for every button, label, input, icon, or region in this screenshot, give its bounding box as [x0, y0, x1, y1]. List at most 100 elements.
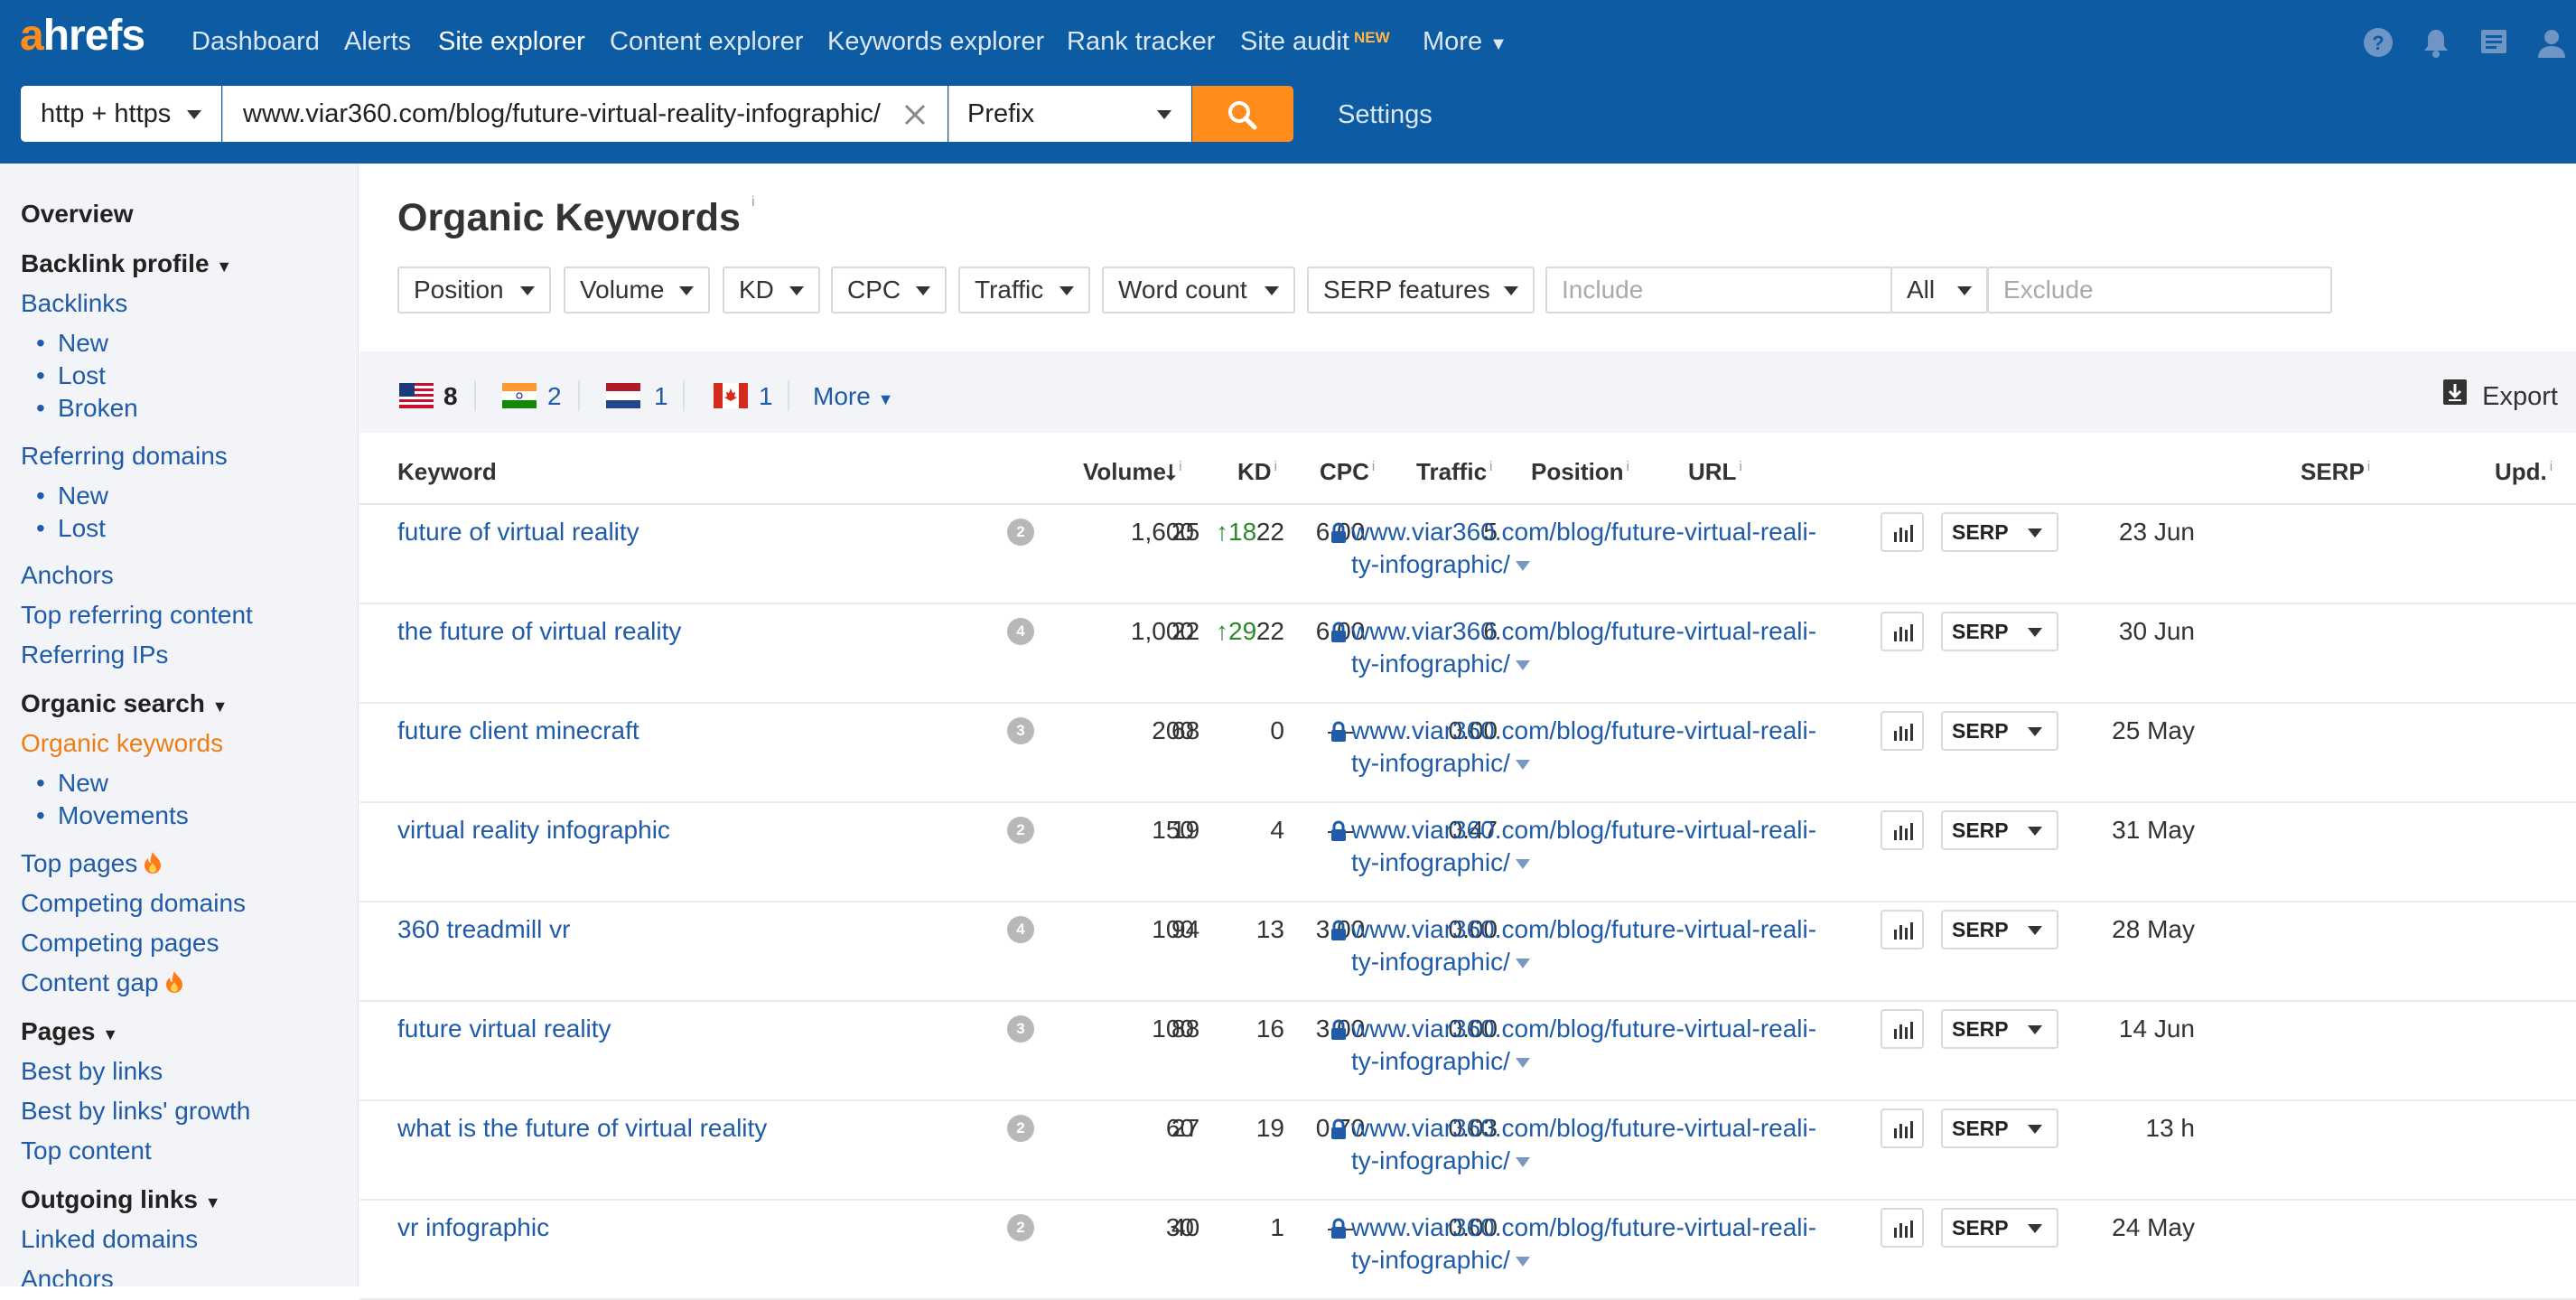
nav-site-audit[interactable]: Site audit: [1240, 27, 1349, 57]
sidebar-item-organic-keywords[interactable]: Organic keywords: [21, 729, 223, 758]
column-header-url[interactable]: URL i: [1688, 458, 1742, 486]
sidebar-item-top-content[interactable]: Top content: [21, 1136, 152, 1165]
keyword-link[interactable]: what is the future of virtual reality: [397, 1114, 767, 1143]
export-icon[interactable]: [2442, 379, 2468, 406]
keyword-link[interactable]: future of virtual reality: [397, 518, 639, 547]
chart-button[interactable]: [1881, 512, 1924, 552]
url-link[interactable]: www.viar360.com/blog/future-virtual-real…: [1351, 715, 1857, 780]
filter-position[interactable]: Position: [397, 267, 551, 313]
nav-site-explorer[interactable]: Site explorer: [438, 27, 585, 57]
url-link[interactable]: www.viar360.com/blog/future-virtual-real…: [1351, 1211, 1857, 1277]
us-flag-icon[interactable]: [399, 383, 434, 408]
include-input[interactable]: Include: [1545, 267, 1892, 313]
sidebar-section-backlink-profile[interactable]: Backlink profile ▼: [21, 249, 232, 278]
column-header-updated[interactable]: Upd. i: [2495, 458, 2553, 486]
url-link[interactable]: www.viar360.com/blog/future-virtual-real…: [1351, 913, 1857, 978]
column-header-volume[interactable]: Volume⭣ i: [1083, 458, 1182, 486]
sidebar-item-backlinks-lost[interactable]: Lost: [36, 361, 106, 390]
filter-serp-features[interactable]: SERP features: [1307, 267, 1535, 313]
sidebar-item-overview[interactable]: Overview: [21, 200, 134, 229]
sidebar-section-outgoing-links[interactable]: Outgoing links ▼: [21, 1185, 221, 1214]
serp-button[interactable]: SERP: [1941, 1208, 2058, 1248]
settings-link[interactable]: Settings: [1338, 100, 1433, 130]
url-link[interactable]: www.viar360.com/blog/future-virtual-real…: [1351, 516, 1857, 581]
caret-down-icon[interactable]: [1515, 561, 1530, 571]
nav-keywords-explorer[interactable]: Keywords explorer: [827, 27, 1044, 57]
url-link[interactable]: www.viar360.com/blog/future-virtual-real…: [1351, 1013, 1857, 1078]
chart-button[interactable]: [1881, 910, 1924, 949]
sidebar-section-organic-search[interactable]: Organic search ▼: [21, 689, 228, 718]
sidebar-item-anchors[interactable]: Anchors: [21, 561, 114, 590]
serp-button[interactable]: SERP: [1941, 910, 2058, 949]
sidebar-item-backlinks-broken[interactable]: Broken: [36, 394, 138, 423]
sidebar-item-linked-domains[interactable]: Linked domains: [21, 1225, 198, 1254]
sidebar-item-referring-ips[interactable]: Referring IPs: [21, 641, 168, 669]
sidebar-item-ok-movements[interactable]: Movements: [36, 801, 189, 830]
serp-button[interactable]: SERP: [1941, 1108, 2058, 1148]
search-button[interactable]: [1192, 86, 1293, 142]
sidebar-item-backlinks-new[interactable]: New: [36, 329, 108, 358]
serp-button[interactable]: SERP: [1941, 512, 2058, 552]
filter-volume[interactable]: Volume: [564, 267, 710, 313]
sidebar-item-backlinks[interactable]: Backlinks: [21, 289, 127, 318]
ca-flag-icon[interactable]: [714, 383, 748, 408]
export-button[interactable]: Export: [2482, 382, 2558, 412]
keyword-link[interactable]: future client minecraft: [397, 716, 639, 745]
caret-down-icon[interactable]: [1515, 760, 1530, 770]
nav-more[interactable]: More ▼: [1423, 27, 1507, 57]
sidebar-item-content-gap[interactable]: Content gap: [21, 968, 184, 997]
nl-flag-icon[interactable]: [606, 383, 640, 408]
exclude-input[interactable]: Exclude: [1987, 267, 2332, 313]
notes-icon[interactable]: [2477, 25, 2511, 60]
serp-button[interactable]: SERP: [1941, 810, 2058, 850]
caret-down-icon[interactable]: [1515, 1257, 1530, 1267]
caret-down-icon[interactable]: [1515, 1157, 1530, 1167]
country-count-ca[interactable]: 1: [759, 382, 773, 411]
keyword-link[interactable]: 360 treadmill vr: [397, 915, 570, 944]
column-header-cpc[interactable]: CPC i: [1320, 458, 1375, 486]
country-count-nl[interactable]: 1: [654, 382, 668, 411]
filter-traffic[interactable]: Traffic: [958, 267, 1090, 313]
sidebar-item-top-pages[interactable]: Top pages: [21, 849, 163, 878]
caret-down-icon[interactable]: [1515, 1058, 1530, 1068]
mode-select[interactable]: Prefix: [948, 86, 1191, 142]
sidebar-item-best-by-links-growth[interactable]: Best by links' growth: [21, 1097, 250, 1126]
nav-rank-tracker[interactable]: Rank tracker: [1067, 27, 1215, 57]
sidebar-item-referring-domains[interactable]: Referring domains: [21, 442, 228, 471]
serp-button[interactable]: SERP: [1941, 1009, 2058, 1049]
serp-button[interactable]: SERP: [1941, 711, 2058, 751]
sidebar-item-best-by-links[interactable]: Best by links: [21, 1057, 163, 1086]
filter-kd[interactable]: KD: [723, 267, 820, 313]
caret-down-icon[interactable]: [1515, 959, 1530, 968]
help-icon[interactable]: ?: [2361, 25, 2395, 60]
filter-word-count[interactable]: Word count: [1102, 267, 1295, 313]
column-header-position[interactable]: Position i: [1531, 458, 1629, 486]
include-mode-select[interactable]: All: [1890, 267, 1988, 313]
url-link[interactable]: www.viar360.com/blog/future-virtual-real…: [1351, 814, 1857, 879]
url-link[interactable]: www.viar360.com/blog/future-virtual-real…: [1351, 615, 1857, 680]
chart-button[interactable]: [1881, 1009, 1924, 1049]
caret-down-icon[interactable]: [1515, 660, 1530, 670]
country-count-us[interactable]: 8: [443, 382, 458, 411]
serp-button[interactable]: SERP: [1941, 612, 2058, 651]
column-header-traffic[interactable]: Traffic i: [1416, 458, 1492, 486]
country-count-in[interactable]: 2: [547, 382, 562, 411]
chart-button[interactable]: [1881, 711, 1924, 751]
target-url-input[interactable]: www.viar360.com/blog/future-virtual-real…: [222, 86, 947, 142]
url-link[interactable]: www.viar360.com/blog/future-virtual-real…: [1351, 1112, 1857, 1177]
sidebar-item-ok-new[interactable]: New: [36, 769, 108, 798]
sidebar-section-pages[interactable]: Pages ▼: [21, 1017, 118, 1046]
chart-button[interactable]: [1881, 612, 1924, 651]
sidebar-item-anchors-outgoing[interactable]: Anchors: [21, 1265, 114, 1286]
more-countries-button[interactable]: More ▼: [813, 382, 893, 411]
info-icon[interactable]: i: [751, 194, 755, 210]
nav-dashboard[interactable]: Dashboard: [191, 27, 320, 57]
filter-cpc[interactable]: CPC: [831, 267, 947, 313]
chart-button[interactable]: [1881, 1208, 1924, 1248]
protocol-select[interactable]: http + https: [21, 86, 221, 142]
sidebar-item-top-referring-content[interactable]: Top referring content: [21, 601, 253, 630]
keyword-link[interactable]: future virtual reality: [397, 1015, 611, 1043]
keyword-link[interactable]: vr infographic: [397, 1213, 549, 1242]
nav-alerts[interactable]: Alerts: [344, 27, 411, 57]
keyword-link[interactable]: the future of virtual reality: [397, 617, 681, 646]
